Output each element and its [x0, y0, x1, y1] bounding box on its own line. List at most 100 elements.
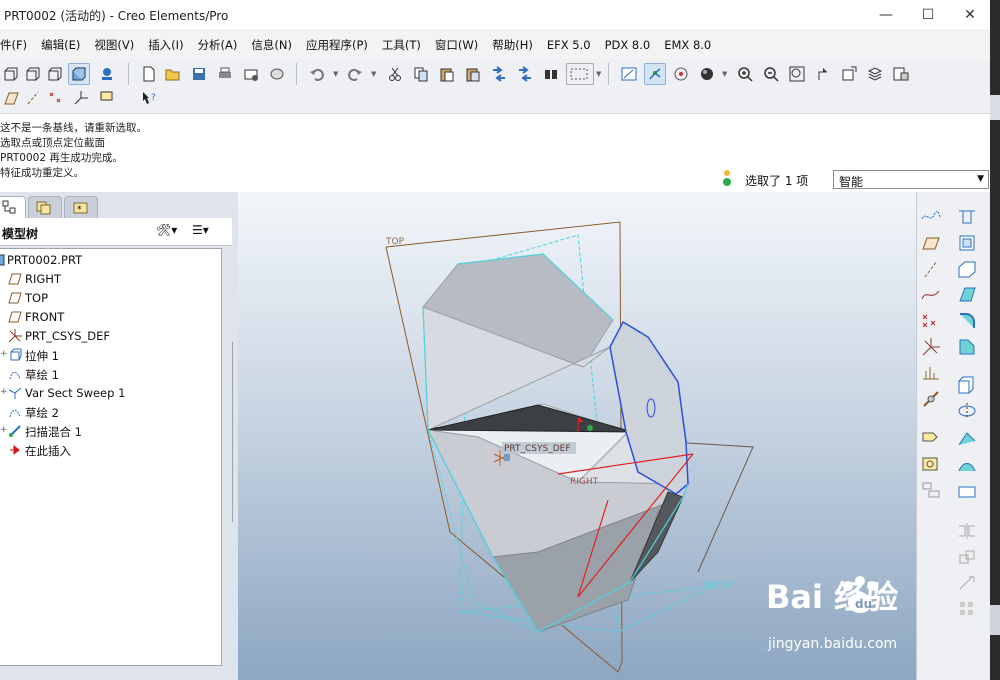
sketch-tool-icon[interactable] [919, 206, 943, 228]
datum-curve-tool-icon[interactable] [919, 388, 943, 410]
tab-favorites[interactable]: * [64, 196, 98, 218]
baidu-watermark: Bai 经验 du jingyan.baidu.com [766, 572, 990, 672]
navigator-panel: * 模型树 🛠▾ ☰▾ PRT0002.PRT RIGHT TOP FRONT … [0, 192, 238, 680]
copy-feature-icon[interactable] [919, 428, 943, 450]
sweep-tool-icon[interactable] [955, 428, 979, 450]
boundary-blend-icon[interactable] [955, 480, 979, 502]
minimize-button[interactable]: — [866, 2, 906, 28]
tree-settings-icon[interactable]: 🛠▾ [156, 223, 177, 237]
plane-tool-icon[interactable] [919, 232, 943, 254]
message-line-3: PRT0002 再生成功完成。 [0, 152, 123, 164]
annotation-display-icon[interactable] [96, 87, 118, 109]
regen-manager-icon[interactable] [514, 63, 536, 85]
group-feature-icon[interactable] [919, 480, 943, 502]
extrude-tool-icon[interactable] [955, 374, 979, 396]
zoom-out-icon[interactable] [760, 63, 782, 85]
selection-filter-dropdown[interactable]: 智能 ▼ [833, 170, 989, 189]
draft-tool-icon[interactable] [955, 284, 979, 306]
menu-applications[interactable]: 应用程序(P) [299, 37, 375, 53]
message-line-4: 特征成功重定义。 [0, 167, 84, 179]
hidden-line-icon[interactable] [22, 63, 44, 85]
menu-window[interactable]: 窗口(W) [428, 37, 485, 53]
menu-help[interactable]: 帮助(H) [485, 37, 540, 53]
maximize-button[interactable]: ☐ [908, 2, 948, 28]
selection-filter-value: 智能 [839, 175, 864, 189]
shell-tool-icon[interactable] [955, 232, 979, 254]
undo-icon[interactable] [306, 63, 328, 85]
open-folder-icon[interactable] [162, 63, 184, 85]
repaint-icon[interactable] [618, 63, 640, 85]
save-icon[interactable] [188, 63, 210, 85]
tab-model-tree[interactable] [0, 196, 26, 218]
context-help-icon[interactable]: ? [138, 87, 160, 109]
select-box-icon[interactable] [566, 63, 594, 85]
model-tree-toggle-icon[interactable] [96, 63, 118, 85]
axis-tool-icon[interactable] [919, 258, 943, 280]
window-title: PRT0002 (活动的) - Creo Elements/Pro [4, 9, 229, 23]
wireframe-display-icon[interactable] [0, 63, 22, 85]
csys-display-icon[interactable] [70, 87, 92, 109]
tab-folder-browser[interactable] [28, 196, 62, 218]
curve-tool-icon[interactable] [919, 284, 943, 306]
svg-text:du: du [855, 597, 872, 611]
reorient-icon[interactable] [812, 63, 834, 85]
menu-view[interactable]: 视图(V) [87, 37, 141, 53]
sketch-icon [9, 371, 21, 380]
saved-views-icon[interactable] [838, 63, 860, 85]
appearance-icon[interactable] [696, 63, 718, 85]
rib-tool-icon[interactable] [955, 258, 979, 280]
menu-pdx[interactable]: PDX 8.0 [598, 38, 658, 52]
label-top: TOP [385, 237, 405, 247]
menu-edit[interactable]: 编辑(E) [34, 37, 87, 53]
paste-special-icon[interactable] [462, 63, 484, 85]
mirror-tool-icon[interactable] [955, 520, 979, 542]
menu-insert[interactable]: 插入(I) [141, 37, 190, 53]
layers-icon[interactable] [864, 63, 886, 85]
menu-info[interactable]: 信息(N) [244, 37, 299, 53]
tree-show-icon[interactable]: ☰▾ [192, 223, 209, 237]
menu-file[interactable]: 件(F) [0, 37, 34, 53]
chamfer-tool-icon[interactable] [955, 336, 979, 358]
spin-center-icon[interactable] [644, 63, 666, 85]
analysis-tool-icon[interactable] [919, 362, 943, 384]
new-file-icon[interactable] [138, 63, 160, 85]
blend-tool-icon[interactable] [955, 454, 979, 476]
paste-icon[interactable] [436, 63, 458, 85]
round-tool-icon[interactable] [955, 310, 979, 332]
view-manager-icon[interactable] [890, 63, 912, 85]
print-icon[interactable] [214, 63, 236, 85]
refit-icon[interactable] [786, 63, 808, 85]
cut-icon[interactable] [384, 63, 406, 85]
close-button[interactable]: ✕ [950, 2, 990, 28]
send-link-icon[interactable] [266, 63, 288, 85]
datum-point-display-icon[interactable] [44, 87, 66, 109]
datum-plane-icon [8, 311, 22, 323]
hole-tool-icon[interactable] [955, 206, 979, 228]
merge-tool-icon[interactable] [955, 546, 979, 568]
menu-emx[interactable]: EMX 8.0 [657, 38, 718, 52]
paste-feature-icon[interactable] [919, 454, 943, 476]
csys-tool-icon[interactable] [919, 336, 943, 358]
orient-mode-icon[interactable] [670, 63, 692, 85]
zoom-in-icon[interactable] [734, 63, 756, 85]
send-mail-icon[interactable] [240, 63, 262, 85]
datum-plane-display-icon[interactable] [0, 87, 22, 109]
model-tree: PRT0002.PRT RIGHT TOP FRONT PRT_CSYS_DEF… [0, 248, 222, 666]
point-tool-icon[interactable] [919, 310, 943, 332]
menu-efx[interactable]: EFX 5.0 [540, 38, 598, 52]
datum-plane-icon [8, 292, 22, 304]
toolbar: ▼ ▼ ▼ ▼ ? [0, 59, 990, 114]
shading-icon[interactable] [68, 63, 90, 85]
redo-icon[interactable] [344, 63, 366, 85]
revolve-tool-icon[interactable] [955, 400, 979, 422]
copy-icon[interactable] [410, 63, 432, 85]
menu-bar: 件(F) 编辑(E) 视图(V) 插入(I) 分析(A) 信息(N) 应用程序(… [0, 31, 990, 59]
menu-analysis[interactable]: 分析(A) [191, 37, 245, 53]
no-hidden-icon[interactable] [44, 63, 66, 85]
menu-tools[interactable]: 工具(T) [375, 37, 428, 53]
watermark-url: jingyan.baidu.com [768, 636, 898, 652]
find-icon[interactable] [540, 63, 562, 85]
panel-splitter[interactable] [230, 342, 238, 522]
regenerate-icon[interactable] [488, 63, 510, 85]
datum-axis-display-icon[interactable] [22, 87, 44, 109]
